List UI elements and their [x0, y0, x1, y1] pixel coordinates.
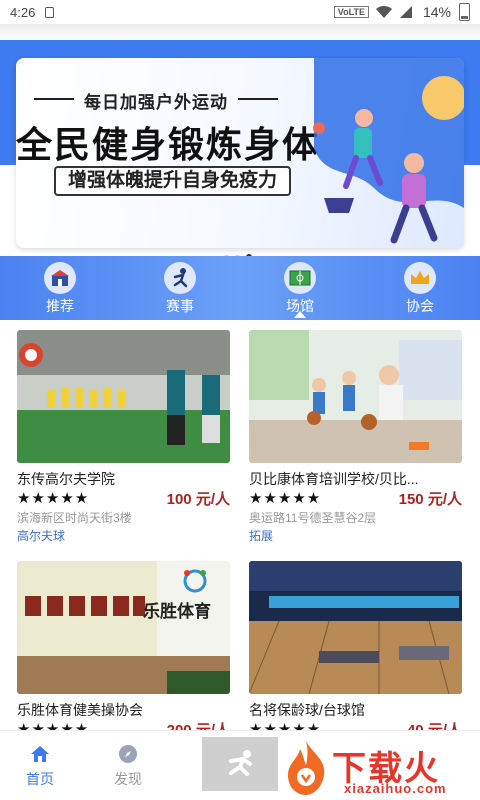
watermark-logo: 下载火 xiazaihuo.com [282, 737, 478, 800]
compass-icon [117, 743, 139, 765]
nav-discover-label: 发现 [114, 771, 142, 787]
venue-rating-row: ★★★★★ 100 元/人 [17, 488, 230, 508]
venue-photo: 乐胜体育 [17, 561, 230, 694]
venue-tag[interactable]: 高尔夫球 [17, 527, 230, 543]
venue-address: 奥运路11号德圣慧谷2层 [249, 511, 377, 525]
venue-card[interactable]: 贝比康体育培训学校/贝比... ★★★★★ 150 元/人 奥运路11号德圣慧谷… [249, 330, 462, 543]
venue-rating-stars: ★★★★★ [17, 490, 90, 507]
stadium-icon [284, 262, 316, 294]
venue-price: 150 元/人 [398, 490, 462, 508]
venue-photo [249, 561, 462, 694]
banner-headline: 全民健身锻炼身体 [16, 124, 321, 165]
nav-discover[interactable]: 发现 [114, 743, 142, 789]
tab-venues[interactable]: 场馆 [240, 256, 360, 320]
venue-name: 名将保龄球/台球馆 [249, 702, 365, 718]
banner-subtitle-top: 每日加强户外运动 [34, 88, 278, 113]
status-bar: 4:26 VoLTE 14% [0, 0, 480, 24]
tab-associations[interactable]: 协会 [360, 256, 480, 320]
tab-label: 推荐 [46, 298, 74, 314]
banner-carousel[interactable]: 每日加强户外运动 全民健身锻炼身体 增强体魄提升自身免疫力 [16, 58, 464, 248]
battery-icon [459, 3, 470, 21]
venue-rating-stars: ★★★★★ [249, 721, 322, 730]
venue-price: 40 元/人 [406, 721, 462, 731]
venue-card[interactable]: 名将保龄球/台球馆 ★★★★★ 40 元/人 [249, 561, 462, 730]
tab-events[interactable]: 赛事 [120, 256, 240, 320]
run-button[interactable] [202, 737, 278, 791]
school-icon [44, 262, 76, 294]
sim-icon [45, 6, 55, 18]
venue-price: 100 元/人 [166, 490, 230, 508]
venue-address: 滨海新区时尚天街3楼 [17, 511, 132, 525]
running-icon [229, 750, 252, 776]
crown-icon [404, 262, 436, 294]
skating-icon [164, 262, 196, 294]
flame-icon [288, 741, 325, 795]
venue-photo-text: 乐胜体育 [143, 602, 211, 622]
battery-percent: 14% [422, 4, 451, 20]
venue-photo [17, 330, 230, 463]
tab-recommend[interactable]: 推荐 [0, 256, 120, 320]
bottom-nav: 首页 发现 下载火 xiazaihuo.com [0, 730, 480, 800]
venue-list: 东传高尔夫学院 ★★★★★ 100 元/人 滨海新区时尚天街3楼 高尔夫球 贝比… [0, 320, 480, 730]
status-time: 4:26 [10, 4, 36, 20]
venue-rating-row: ★★★★★ 200 元/人 [17, 719, 230, 730]
volte-badge: VoLTE [333, 6, 369, 18]
venue-rating-row: ★★★★★ 150 元/人 [249, 488, 462, 508]
venue-rating-row: ★★★★★ 40 元/人 [249, 719, 462, 730]
banner-subtitle-bottom: 增强体魄提升自身免疫力 [54, 166, 292, 196]
home-icon [29, 743, 51, 765]
sports-illustration [313, 58, 464, 244]
venue-card[interactable]: 东传高尔夫学院 ★★★★★ 100 元/人 滨海新区时尚天街3楼 高尔夫球 [17, 330, 230, 543]
watermark-url: xiazaihuo.com [344, 781, 447, 796]
signal-icon [399, 6, 412, 18]
venue-name: 贝比康体育培训学校/贝比... [249, 471, 419, 487]
venue-name: 东传高尔夫学院 [17, 471, 115, 487]
banner-section: 每日加强户外运动 全民健身锻炼身体 增强体魄提升自身免疫力 [0, 40, 480, 260]
venue-rating-stars: ★★★★★ [249, 490, 322, 507]
header-shadow [0, 24, 480, 40]
nav-home[interactable]: 首页 [26, 743, 54, 789]
category-tab-bar: 推荐 赛事 场馆 协会 [0, 256, 480, 320]
venue-tag[interactable]: 拓展 [249, 527, 462, 543]
nav-home-label: 首页 [26, 771, 54, 787]
status-right: VoLTE 14% [333, 3, 470, 21]
wifi-icon [375, 5, 392, 18]
venue-rating-stars: ★★★★★ [17, 721, 90, 730]
tab-label: 协会 [406, 298, 434, 314]
venue-card[interactable]: 乐胜体育 乐胜体育健美操协会 ★★★★★ 200 元/人 [17, 561, 230, 730]
venue-name: 乐胜体育健美操协会 [17, 702, 143, 718]
tab-label: 赛事 [166, 298, 194, 314]
selected-tab-indicator [294, 311, 306, 318]
venue-photo [249, 330, 462, 463]
venue-price: 200 元/人 [166, 721, 230, 731]
